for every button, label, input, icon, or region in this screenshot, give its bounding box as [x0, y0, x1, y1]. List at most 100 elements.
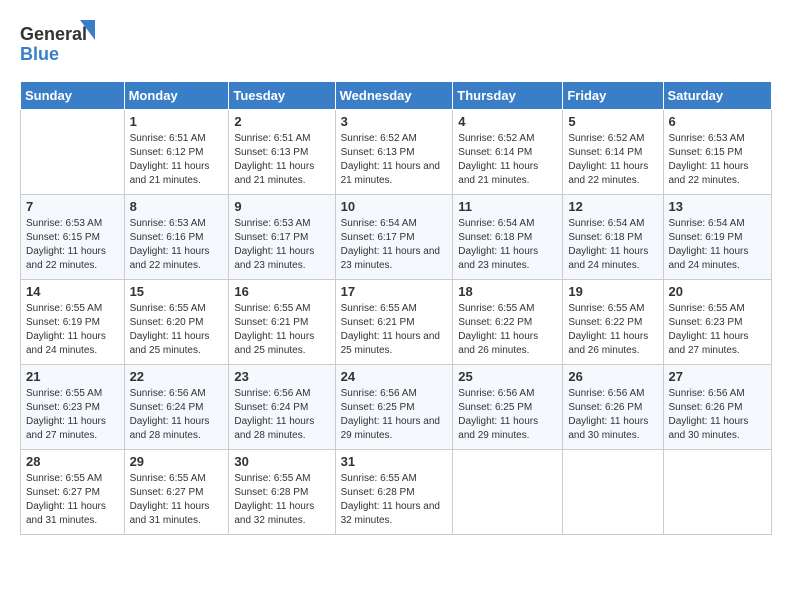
weekday-header-monday: Monday	[124, 82, 229, 110]
calendar-cell: 5 Sunrise: 6:52 AM Sunset: 6:14 PM Daylig…	[563, 110, 663, 195]
calendar-cell: 25 Sunrise: 6:56 AM Sunset: 6:25 PM Dayli…	[453, 365, 563, 450]
day-number: 29	[130, 454, 224, 469]
day-info: Sunrise: 6:55 AM Sunset: 6:22 PM Dayligh…	[568, 302, 657, 358]
calendar-cell: 4 Sunrise: 6:52 AM Sunset: 6:14 PM Daylig…	[453, 110, 563, 195]
day-number: 15	[130, 284, 224, 299]
calendar-cell: 3Sunrise: 6:52 AM Sunset: 6:13 PM Daylig…	[335, 110, 453, 195]
day-info: Sunrise: 6:55 AM Sunset: 6:28 PM Dayligh…	[341, 472, 448, 528]
day-info: Sunrise: 6:56 AM Sunset: 6:25 PM Dayligh…	[341, 387, 448, 443]
day-number: 6	[669, 114, 767, 129]
day-number: 17	[341, 284, 448, 299]
day-number: 21	[26, 369, 119, 384]
day-number: 26	[568, 369, 657, 384]
day-number: 5	[568, 114, 657, 129]
calendar-cell: 18 Sunrise: 6:55 AM Sunset: 6:22 PM Dayli…	[453, 280, 563, 365]
day-number: 27	[669, 369, 767, 384]
day-number: 25	[458, 369, 557, 384]
day-number: 22	[130, 369, 224, 384]
day-info: Sunrise: 6:51 AM Sunset: 6:13 PM Dayligh…	[234, 132, 329, 188]
calendar-cell: 22Sunrise: 6:56 AM Sunset: 6:24 PM Dayli…	[124, 365, 229, 450]
day-info: Sunrise: 6:55 AM Sunset: 6:23 PM Dayligh…	[26, 387, 119, 443]
calendar-cell: 29 Sunrise: 6:55 AM Sunset: 6:27 PM Dayli…	[124, 450, 229, 535]
calendar-cell	[563, 450, 663, 535]
day-number: 7	[26, 199, 119, 214]
day-number: 3	[341, 114, 448, 129]
day-number: 31	[341, 454, 448, 469]
day-info: Sunrise: 6:56 AM Sunset: 6:26 PM Dayligh…	[568, 387, 657, 443]
day-number: 28	[26, 454, 119, 469]
calendar-cell: 6 Sunrise: 6:53 AM Sunset: 6:15 PM Daylig…	[663, 110, 772, 195]
calendar-cell: 10Sunrise: 6:54 AM Sunset: 6:17 PM Dayli…	[335, 195, 453, 280]
calendar-week-row: 14 Sunrise: 6:55 AM Sunset: 6:19 PM Dayli…	[21, 280, 772, 365]
day-number: 23	[234, 369, 329, 384]
calendar-cell: 15 Sunrise: 6:55 AM Sunset: 6:20 PM Dayli…	[124, 280, 229, 365]
calendar-cell: 16Sunrise: 6:55 AM Sunset: 6:21 PM Dayli…	[229, 280, 335, 365]
calendar-cell: 20 Sunrise: 6:55 AM Sunset: 6:23 PM Dayli…	[663, 280, 772, 365]
weekday-header-saturday: Saturday	[663, 82, 772, 110]
weekday-header-sunday: Sunday	[21, 82, 125, 110]
day-info: Sunrise: 6:53 AM Sunset: 6:17 PM Dayligh…	[234, 217, 329, 273]
day-number: 13	[669, 199, 767, 214]
day-number: 20	[669, 284, 767, 299]
page-header: GeneralBlue	[20, 20, 772, 65]
weekday-header-row: SundayMondayTuesdayWednesdayThursdayFrid…	[21, 82, 772, 110]
calendar-cell: 1 Sunrise: 6:51 AM Sunset: 6:12 PM Daylig…	[124, 110, 229, 195]
day-info: Sunrise: 6:53 AM Sunset: 6:16 PM Dayligh…	[130, 217, 224, 273]
weekday-header-wednesday: Wednesday	[335, 82, 453, 110]
day-info: Sunrise: 6:55 AM Sunset: 6:27 PM Dayligh…	[130, 472, 224, 528]
calendar-cell: 24 Sunrise: 6:56 AM Sunset: 6:25 PM Dayli…	[335, 365, 453, 450]
calendar-cell: 2 Sunrise: 6:51 AM Sunset: 6:13 PM Daylig…	[229, 110, 335, 195]
day-info: Sunrise: 6:55 AM Sunset: 6:23 PM Dayligh…	[669, 302, 767, 358]
day-number: 1	[130, 114, 224, 129]
calendar-cell: 26 Sunrise: 6:56 AM Sunset: 6:26 PM Dayli…	[563, 365, 663, 450]
day-info: Sunrise: 6:55 AM Sunset: 6:28 PM Dayligh…	[234, 472, 329, 528]
calendar-cell: 30Sunrise: 6:55 AM Sunset: 6:28 PM Dayli…	[229, 450, 335, 535]
calendar-week-row: 21 Sunrise: 6:55 AM Sunset: 6:23 PM Dayli…	[21, 365, 772, 450]
day-info: Sunrise: 6:54 AM Sunset: 6:17 PM Dayligh…	[341, 217, 448, 273]
day-info: Sunrise: 6:51 AM Sunset: 6:12 PM Dayligh…	[130, 132, 224, 188]
day-info: Sunrise: 6:55 AM Sunset: 6:20 PM Dayligh…	[130, 302, 224, 358]
day-info: Sunrise: 6:52 AM Sunset: 6:14 PM Dayligh…	[458, 132, 557, 188]
day-number: 24	[341, 369, 448, 384]
day-info: Sunrise: 6:56 AM Sunset: 6:24 PM Dayligh…	[234, 387, 329, 443]
calendar-cell: 8 Sunrise: 6:53 AM Sunset: 6:16 PM Daylig…	[124, 195, 229, 280]
weekday-header-thursday: Thursday	[453, 82, 563, 110]
calendar-cell: 11 Sunrise: 6:54 AM Sunset: 6:18 PM Dayli…	[453, 195, 563, 280]
svg-text:Blue: Blue	[20, 44, 59, 64]
day-info: Sunrise: 6:52 AM Sunset: 6:14 PM Dayligh…	[568, 132, 657, 188]
day-info: Sunrise: 6:53 AM Sunset: 6:15 PM Dayligh…	[669, 132, 767, 188]
calendar-cell: 13 Sunrise: 6:54 AM Sunset: 6:19 PM Dayli…	[663, 195, 772, 280]
calendar-table: SundayMondayTuesdayWednesdayThursdayFrid…	[20, 81, 772, 535]
day-number: 11	[458, 199, 557, 214]
day-info: Sunrise: 6:54 AM Sunset: 6:18 PM Dayligh…	[568, 217, 657, 273]
day-info: Sunrise: 6:56 AM Sunset: 6:25 PM Dayligh…	[458, 387, 557, 443]
calendar-cell: 27 Sunrise: 6:56 AM Sunset: 6:26 PM Dayli…	[663, 365, 772, 450]
day-number: 18	[458, 284, 557, 299]
calendar-week-row: 28 Sunrise: 6:55 AM Sunset: 6:27 PM Dayli…	[21, 450, 772, 535]
weekday-header-tuesday: Tuesday	[229, 82, 335, 110]
calendar-cell: 23 Sunrise: 6:56 AM Sunset: 6:24 PM Dayli…	[229, 365, 335, 450]
calendar-week-row: 7 Sunrise: 6:53 AM Sunset: 6:15 PM Daylig…	[21, 195, 772, 280]
calendar-cell	[21, 110, 125, 195]
day-info: Sunrise: 6:53 AM Sunset: 6:15 PM Dayligh…	[26, 217, 119, 273]
day-info: Sunrise: 6:54 AM Sunset: 6:18 PM Dayligh…	[458, 217, 557, 273]
calendar-cell: 28Sunrise: 6:55 AM Sunset: 6:27 PM Dayli…	[21, 450, 125, 535]
weekday-header-friday: Friday	[563, 82, 663, 110]
day-info: Sunrise: 6:54 AM Sunset: 6:19 PM Dayligh…	[669, 217, 767, 273]
day-number: 19	[568, 284, 657, 299]
day-info: Sunrise: 6:55 AM Sunset: 6:21 PM Dayligh…	[234, 302, 329, 358]
logo-icon: GeneralBlue	[20, 20, 100, 65]
day-number: 14	[26, 284, 119, 299]
day-number: 8	[130, 199, 224, 214]
day-info: Sunrise: 6:55 AM Sunset: 6:19 PM Dayligh…	[26, 302, 119, 358]
day-number: 2	[234, 114, 329, 129]
calendar-cell: 19 Sunrise: 6:55 AM Sunset: 6:22 PM Dayli…	[563, 280, 663, 365]
calendar-cell: 9Sunrise: 6:53 AM Sunset: 6:17 PM Daylig…	[229, 195, 335, 280]
day-info: Sunrise: 6:55 AM Sunset: 6:22 PM Dayligh…	[458, 302, 557, 358]
logo: GeneralBlue	[20, 20, 100, 65]
day-info: Sunrise: 6:56 AM Sunset: 6:26 PM Dayligh…	[669, 387, 767, 443]
day-number: 12	[568, 199, 657, 214]
calendar-cell: 14 Sunrise: 6:55 AM Sunset: 6:19 PM Dayli…	[21, 280, 125, 365]
day-number: 4	[458, 114, 557, 129]
calendar-cell: 7 Sunrise: 6:53 AM Sunset: 6:15 PM Daylig…	[21, 195, 125, 280]
